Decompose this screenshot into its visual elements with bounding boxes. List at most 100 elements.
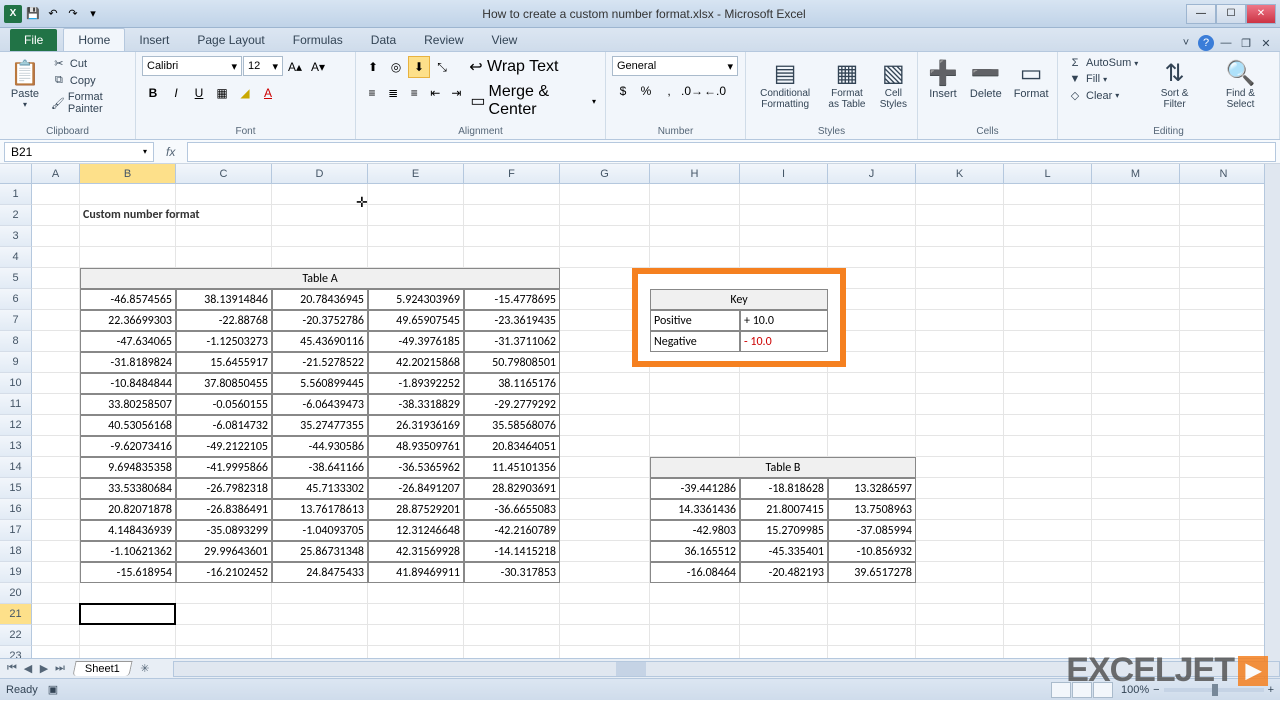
cell[interactable]: 45.7133302 bbox=[272, 478, 368, 499]
cell[interactable]: Negative bbox=[650, 331, 740, 352]
cell[interactable] bbox=[1180, 205, 1268, 226]
cell[interactable] bbox=[916, 478, 1004, 499]
cell[interactable] bbox=[560, 184, 650, 205]
cell[interactable] bbox=[32, 520, 80, 541]
cell[interactable] bbox=[464, 625, 560, 646]
cell[interactable] bbox=[368, 205, 464, 226]
cell[interactable] bbox=[464, 226, 560, 247]
underline-button[interactable]: U bbox=[188, 82, 210, 104]
cell[interactable]: 49.65907545 bbox=[368, 310, 464, 331]
cell[interactable] bbox=[1004, 520, 1092, 541]
cell[interactable] bbox=[176, 205, 272, 226]
cell[interactable] bbox=[1180, 415, 1268, 436]
tab-page-layout[interactable]: Page Layout bbox=[183, 29, 278, 51]
cell[interactable] bbox=[828, 394, 916, 415]
cell[interactable] bbox=[1092, 352, 1180, 373]
cell[interactable]: -1.04093705 bbox=[272, 520, 368, 541]
sort-filter-button[interactable]: ⇅Sort & Filter bbox=[1145, 56, 1204, 112]
cell[interactable]: 36.165512 bbox=[650, 541, 740, 562]
cell[interactable] bbox=[916, 289, 1004, 310]
cell[interactable]: -15.618954 bbox=[80, 562, 176, 583]
cell[interactable]: 26.31936169 bbox=[368, 415, 464, 436]
cell[interactable] bbox=[32, 268, 80, 289]
cell[interactable] bbox=[1004, 331, 1092, 352]
cell[interactable] bbox=[740, 226, 828, 247]
cut-button[interactable]: ✂Cut bbox=[48, 56, 129, 71]
italic-button[interactable]: I bbox=[165, 82, 187, 104]
cell[interactable] bbox=[650, 415, 740, 436]
cell[interactable] bbox=[916, 373, 1004, 394]
cell[interactable] bbox=[464, 184, 560, 205]
autosum-button[interactable]: ΣAutoSum▾ bbox=[1064, 56, 1141, 70]
zoom-in-icon[interactable]: + bbox=[1268, 684, 1274, 696]
merge-center-button[interactable]: ▭Merge & Center▾ bbox=[467, 82, 599, 120]
cell[interactable] bbox=[272, 184, 368, 205]
cell[interactable] bbox=[32, 457, 80, 478]
cell[interactable] bbox=[32, 373, 80, 394]
cell[interactable] bbox=[560, 562, 650, 583]
cell[interactable] bbox=[740, 184, 828, 205]
cell[interactable] bbox=[32, 499, 80, 520]
cell[interactable]: 37.80850455 bbox=[176, 373, 272, 394]
row-header[interactable]: 3 bbox=[0, 226, 32, 247]
cell[interactable]: -21.5278522 bbox=[272, 352, 368, 373]
cell[interactable] bbox=[916, 415, 1004, 436]
cell[interactable] bbox=[560, 478, 650, 499]
cell[interactable]: 5.560899445 bbox=[272, 373, 368, 394]
cell[interactable]: 13.76178613 bbox=[272, 499, 368, 520]
cell[interactable]: -49.3976185 bbox=[368, 331, 464, 352]
decrease-indent-icon[interactable]: ⇤ bbox=[425, 82, 445, 104]
cell[interactable] bbox=[1180, 625, 1268, 646]
cell[interactable] bbox=[1004, 226, 1092, 247]
row-header[interactable]: 17 bbox=[0, 520, 32, 541]
font-size-combo[interactable]: 12▾ bbox=[243, 56, 283, 76]
cell[interactable] bbox=[32, 541, 80, 562]
cell[interactable]: 25.86731348 bbox=[272, 541, 368, 562]
cell[interactable] bbox=[368, 646, 464, 658]
cell[interactable] bbox=[464, 247, 560, 268]
cell[interactable] bbox=[32, 394, 80, 415]
cell[interactable]: -1.10621362 bbox=[80, 541, 176, 562]
cell[interactable] bbox=[1180, 583, 1268, 604]
cell[interactable]: 13.3286597 bbox=[828, 478, 916, 499]
cell[interactable] bbox=[1092, 331, 1180, 352]
cell[interactable]: 20.82071878 bbox=[80, 499, 176, 520]
column-header[interactable]: F bbox=[464, 164, 560, 183]
cell[interactable] bbox=[916, 268, 1004, 289]
sheet-tab-active[interactable]: Sheet1 bbox=[72, 661, 132, 676]
cell[interactable] bbox=[1092, 457, 1180, 478]
tab-formulas[interactable]: Formulas bbox=[279, 29, 357, 51]
cell[interactable]: -47.634065 bbox=[80, 331, 176, 352]
cell[interactable]: -42.9803 bbox=[650, 520, 740, 541]
cell[interactable] bbox=[650, 373, 740, 394]
cell[interactable] bbox=[1180, 310, 1268, 331]
cell[interactable]: 20.83464051 bbox=[464, 436, 560, 457]
cell[interactable] bbox=[828, 205, 916, 226]
font-color-button[interactable]: A bbox=[257, 82, 279, 104]
cell[interactable] bbox=[740, 583, 828, 604]
row-header[interactable]: 22 bbox=[0, 625, 32, 646]
cell[interactable] bbox=[740, 394, 828, 415]
row-header[interactable]: 18 bbox=[0, 541, 32, 562]
cell[interactable] bbox=[650, 436, 740, 457]
cell[interactable]: 45.43690116 bbox=[272, 331, 368, 352]
cell[interactable] bbox=[1004, 436, 1092, 457]
cell[interactable] bbox=[740, 205, 828, 226]
minimize-button[interactable]: — bbox=[1186, 4, 1216, 24]
cell[interactable]: -26.8491207 bbox=[368, 478, 464, 499]
border-button[interactable]: ▦ bbox=[211, 82, 233, 104]
cell[interactable] bbox=[650, 625, 740, 646]
cell[interactable] bbox=[272, 226, 368, 247]
cell[interactable] bbox=[176, 604, 272, 625]
cell[interactable] bbox=[1004, 415, 1092, 436]
row-header[interactable]: 11 bbox=[0, 394, 32, 415]
cell[interactable] bbox=[272, 625, 368, 646]
column-header[interactable]: D bbox=[272, 164, 368, 183]
cell[interactable] bbox=[916, 184, 1004, 205]
cell[interactable]: 40.53056168 bbox=[80, 415, 176, 436]
column-header[interactable]: J bbox=[828, 164, 916, 183]
cell[interactable] bbox=[32, 331, 80, 352]
cell[interactable] bbox=[32, 226, 80, 247]
cell[interactable] bbox=[32, 478, 80, 499]
undo-icon[interactable]: ↶ bbox=[44, 5, 62, 23]
